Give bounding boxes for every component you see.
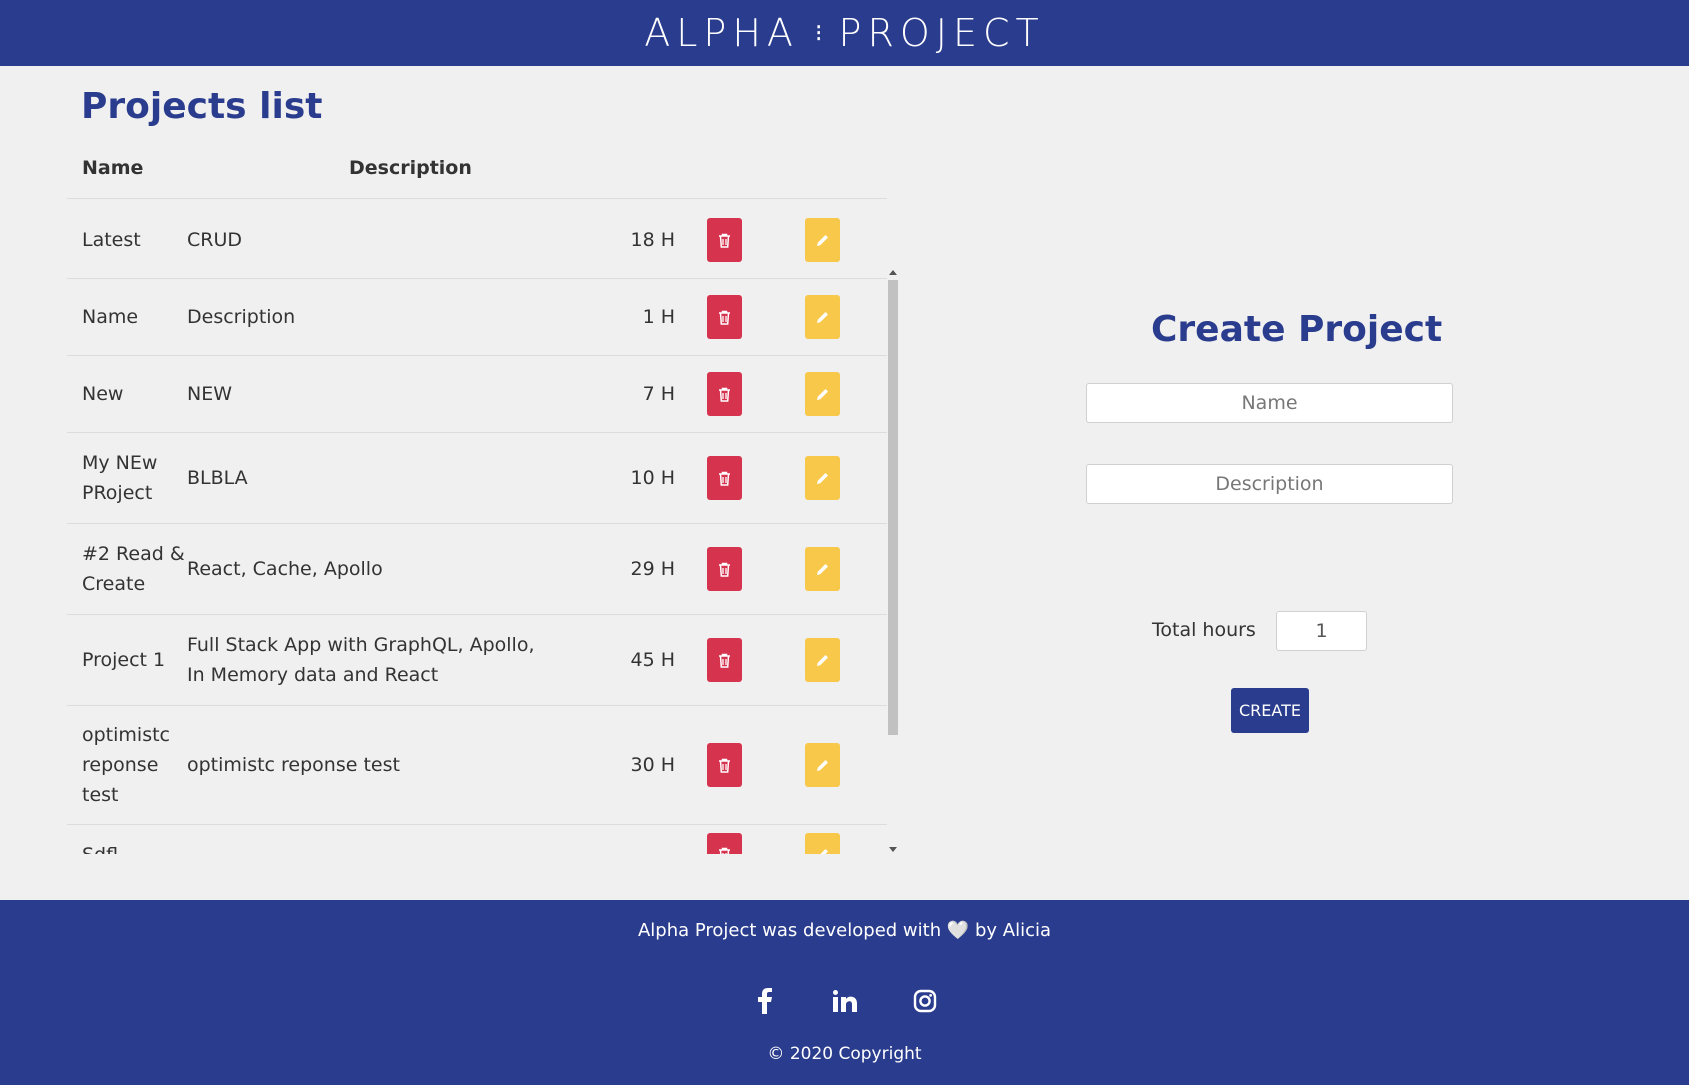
project-description: optimistc reponse test xyxy=(187,754,400,776)
column-header-name: Name xyxy=(82,157,144,179)
edit-button[interactable] xyxy=(804,547,840,591)
project-name: #2 Read & Create xyxy=(82,543,185,595)
facebook-icon[interactable] xyxy=(750,986,780,1016)
project-hours: 30 H xyxy=(630,754,675,776)
project-hours: 1 H xyxy=(642,306,675,328)
total-hours-label: Total hours xyxy=(1152,619,1256,641)
project-description: React, Cache, Apollo xyxy=(187,558,383,580)
social-links xyxy=(0,986,1689,1016)
delete-button[interactable] xyxy=(706,743,742,787)
project-description: Description xyxy=(187,306,296,328)
table-row: Sdfl xyxy=(67,825,887,854)
app-logo[interactable]: ALPHA ⁝ PROJECT xyxy=(644,11,1045,55)
logo-separator: ⁝ xyxy=(814,19,823,47)
project-name: My NEw PRoject xyxy=(82,452,158,504)
project-name: Latest xyxy=(82,229,141,251)
scroll-thumb[interactable] xyxy=(888,280,898,735)
edit-button[interactable] xyxy=(804,456,840,500)
project-hours: 7 H xyxy=(642,383,675,405)
description-input[interactable]: Description xyxy=(1086,464,1453,504)
table-scrollbar[interactable] xyxy=(887,202,899,854)
linkedin-icon[interactable] xyxy=(830,986,860,1016)
trash-icon xyxy=(718,562,730,577)
table-row: Latest CRUD 18 H xyxy=(67,202,887,279)
name-input[interactable]: Name xyxy=(1086,383,1453,423)
project-description: CRUD xyxy=(187,229,243,251)
delete-button[interactable] xyxy=(706,295,742,339)
delete-button[interactable] xyxy=(706,832,742,854)
logo-text-alpha: ALPHA xyxy=(644,11,799,55)
project-description: BLBLA xyxy=(187,467,248,489)
trash-icon xyxy=(718,653,730,668)
project-description: Full Stack App with GraphQL, Apollo, In … xyxy=(187,634,535,686)
project-hours: 10 H xyxy=(630,467,675,489)
pencil-icon xyxy=(816,311,828,323)
projects-table[interactable]: Latest CRUD 18 H Name Description 1 H New NEW 7 … xyxy=(67,202,899,854)
create-project-title: Create Project xyxy=(1151,309,1443,350)
delete-button[interactable] xyxy=(706,372,742,416)
app-header: ALPHA ⁝ PROJECT xyxy=(0,0,1689,66)
table-row: My NEw PRoject BLBLA 10 H xyxy=(67,433,887,524)
column-header-description: Description xyxy=(349,157,472,179)
pencil-icon xyxy=(816,759,828,771)
edit-button[interactable] xyxy=(804,638,840,682)
trash-icon xyxy=(718,847,730,854)
trash-icon xyxy=(718,387,730,402)
pencil-icon xyxy=(816,388,828,400)
edit-button[interactable] xyxy=(804,832,840,854)
copyright-text: © 2020 Copyright xyxy=(767,1044,922,1064)
table-row: New NEW 7 H xyxy=(67,356,887,433)
total-hours-input[interactable]: 1 xyxy=(1276,611,1367,651)
project-name: Project 1 xyxy=(82,649,166,671)
project-hours: 18 H xyxy=(630,229,675,251)
trash-icon xyxy=(718,233,730,248)
edit-button[interactable] xyxy=(804,372,840,416)
table-row: Name Description 1 H xyxy=(67,279,887,356)
logo-text-project: PROJECT xyxy=(838,11,1045,55)
trash-icon xyxy=(718,310,730,325)
main-content: Projects list Latest CRUD 18 H Name Descript… xyxy=(0,66,1689,900)
project-description: NEW xyxy=(187,383,233,405)
table-row: #2 Read & Create React, Cache, Apollo 29 H xyxy=(67,524,887,615)
project-hours: 45 H xyxy=(630,649,675,671)
scroll-down-arrow-icon[interactable] xyxy=(889,847,897,852)
create-button[interactable]: CREATE xyxy=(1231,688,1309,733)
trash-icon xyxy=(718,471,730,486)
scroll-up-arrow-icon[interactable] xyxy=(889,270,897,275)
delete-button[interactable] xyxy=(706,456,742,500)
project-hours: 29 H xyxy=(630,558,675,580)
edit-button[interactable] xyxy=(804,743,840,787)
footer-credit: Alpha Project was developed with 🤍 by Al… xyxy=(637,920,1052,941)
edit-button[interactable] xyxy=(804,295,840,339)
table-header-divider xyxy=(67,198,887,199)
project-name: Sdfl xyxy=(67,840,187,855)
app-footer: Alpha Project was developed with 🤍 by Al… xyxy=(0,900,1689,1085)
delete-button[interactable] xyxy=(706,638,742,682)
delete-button[interactable] xyxy=(706,547,742,591)
pencil-icon xyxy=(816,234,828,246)
pencil-icon xyxy=(816,472,828,484)
projects-list-title: Projects list xyxy=(81,86,323,127)
edit-button[interactable] xyxy=(804,218,840,262)
pencil-icon xyxy=(820,849,828,854)
pencil-icon xyxy=(816,563,828,575)
project-name: Name xyxy=(82,306,139,328)
project-name: optimistc reponse test xyxy=(82,724,170,806)
pencil-icon xyxy=(816,654,828,666)
table-row: optimistc reponse test optimistc reponse … xyxy=(67,706,887,825)
delete-button[interactable] xyxy=(706,218,742,262)
trash-icon xyxy=(718,758,730,773)
project-name: New xyxy=(82,383,124,405)
instagram-icon[interactable] xyxy=(910,986,940,1016)
projects-table-body: Latest CRUD 18 H Name Description 1 H New NEW 7 … xyxy=(67,202,899,854)
table-row: Project 1 Full Stack App with GraphQL, Ap… xyxy=(67,615,887,706)
